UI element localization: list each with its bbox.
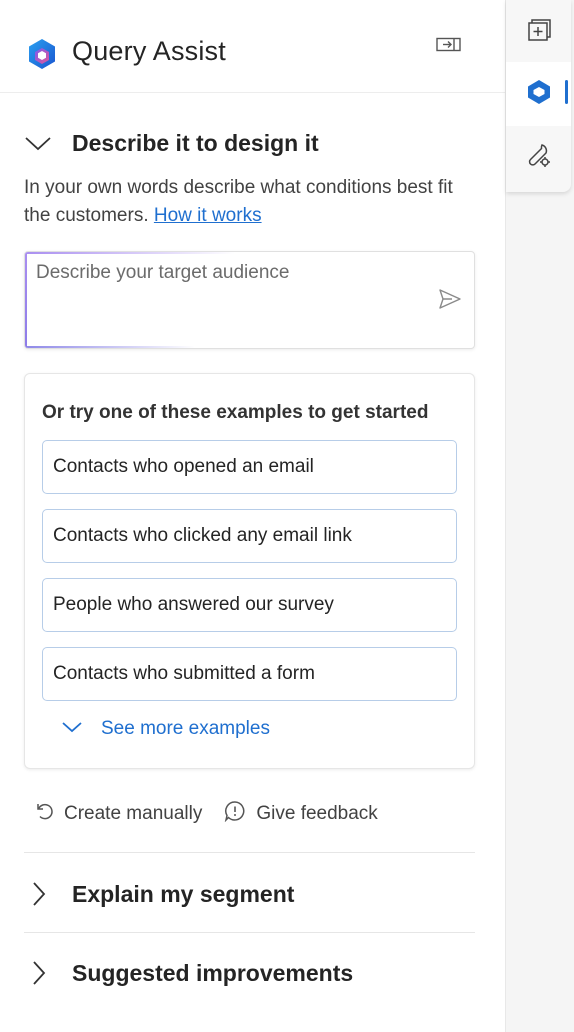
how-it-works-link[interactable]: How it works <box>154 205 262 226</box>
undo-icon <box>34 801 54 826</box>
describe-section-toggle[interactable]: Describe it to design it <box>24 128 319 158</box>
see-more-examples-button[interactable]: See more examples <box>61 718 270 740</box>
tools-settings-button[interactable] <box>506 126 571 190</box>
tools-settings-icon <box>525 142 553 175</box>
chevron-right-icon <box>24 879 64 909</box>
divider <box>24 852 475 853</box>
right-rail <box>505 0 574 1032</box>
active-indicator <box>565 80 568 104</box>
examples-title: Or try one of these examples to get star… <box>42 402 429 423</box>
copilot-logo-icon <box>27 38 57 70</box>
create-manually-label: Create manually <box>64 802 203 824</box>
example-chip[interactable]: Contacts who opened an email <box>42 440 457 494</box>
example-chip[interactable]: People who answered our survey <box>42 578 457 632</box>
dock-panel-button[interactable] <box>434 36 464 58</box>
chevron-down-icon <box>61 720 83 739</box>
explain-section-toggle[interactable]: Explain my segment <box>24 879 294 909</box>
add-panel-button[interactable] <box>506 0 571 64</box>
chevron-down-icon <box>24 128 64 158</box>
rail-toolbar <box>506 0 571 192</box>
copilot-icon <box>525 78 553 111</box>
copilot-button[interactable] <box>506 62 571 126</box>
page-title: Query Assist <box>72 36 226 66</box>
prompt-glow <box>25 346 195 348</box>
describe-section-heading: Describe it to design it <box>72 129 319 156</box>
query-assist-panel: Query Assist Describe it to design it In… <box>0 0 505 1032</box>
examples-card: Or try one of these examples to get star… <box>24 373 475 769</box>
send-button[interactable] <box>436 288 464 314</box>
panel-header: Query Assist <box>0 0 505 93</box>
app-root: Query Assist Describe it to design it In… <box>0 0 574 1032</box>
prompt-box <box>24 251 475 349</box>
give-feedback-button[interactable]: Give feedback <box>224 800 378 827</box>
create-manually-button[interactable]: Create manually <box>34 801 202 826</box>
describe-description: In your own words describe what conditio… <box>24 174 464 230</box>
see-more-label: See more examples <box>101 718 270 739</box>
divider <box>24 932 475 933</box>
improvements-section-heading: Suggested improvements <box>72 959 354 986</box>
send-icon <box>438 288 462 315</box>
improvements-section-toggle[interactable]: Suggested improvements <box>24 958 353 988</box>
example-chip[interactable]: Contacts who submitted a form <box>42 647 457 701</box>
target-audience-input[interactable] <box>36 262 426 338</box>
explain-section-heading: Explain my segment <box>72 880 295 907</box>
feedback-icon <box>224 800 246 827</box>
give-feedback-label: Give feedback <box>256 802 378 824</box>
add-panel-icon <box>526 17 552 48</box>
action-bar: Create manually Give feedback <box>34 800 400 827</box>
example-chip[interactable]: Contacts who clicked any email link <box>42 509 457 563</box>
dock-panel-icon <box>436 37 462 58</box>
chevron-right-icon <box>24 958 64 988</box>
